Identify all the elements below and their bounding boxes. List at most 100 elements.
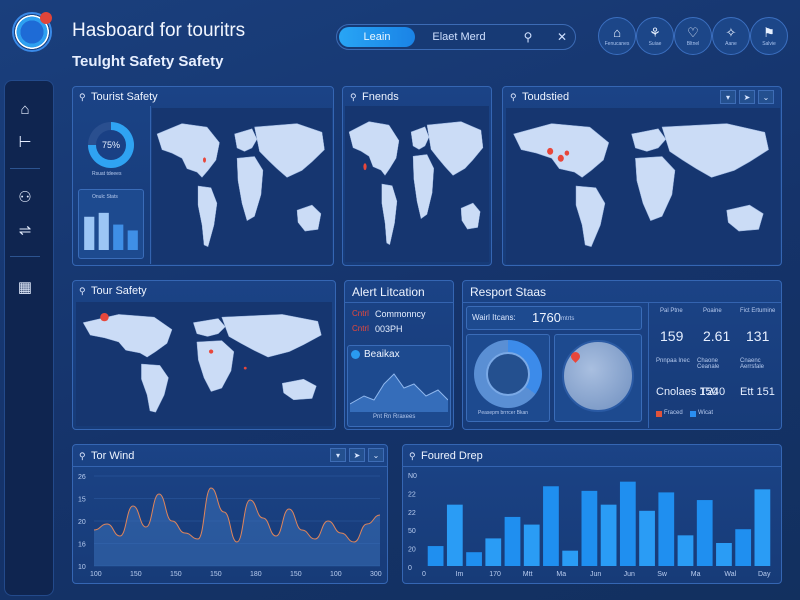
legend-swatch: [656, 411, 662, 417]
x-tick-label: Jun: [624, 571, 635, 578]
x-tick-label: Ma: [691, 571, 701, 578]
bar: [485, 538, 502, 566]
x-tick-label: Wal: [724, 571, 736, 578]
mountain-area-chart: [350, 373, 448, 412]
home-icon[interactable]: ⌂: [14, 98, 36, 120]
bar: [543, 486, 559, 566]
x-tick-label: 150: [290, 571, 302, 578]
bar: [504, 516, 521, 566]
panel-divider: [344, 302, 454, 303]
top-icon-heart[interactable]: ♡ Bltnel: [674, 17, 712, 55]
top-icon-home[interactable]: ⌂ Fenucanes: [598, 17, 636, 55]
x-tick-label: 170: [489, 571, 501, 578]
legend-swatch: [690, 411, 696, 417]
donut-value: 75%: [96, 130, 126, 160]
field-value: 1760: [532, 310, 561, 325]
menu-button[interactable]: Elaet Merd: [424, 27, 494, 47]
x-tick-label: 150: [130, 571, 142, 578]
world-map: [76, 302, 332, 426]
panel-title: Foured Drep: [421, 450, 483, 462]
bar: [658, 492, 675, 566]
alert-label: Cntrl: [352, 309, 369, 318]
panel-divider: [402, 466, 782, 467]
y-tick-label: 26: [78, 474, 86, 481]
close-icon[interactable]: ✕: [552, 27, 572, 47]
person-icon: ⚘: [649, 24, 661, 40]
top-icon-label: Suiae: [648, 40, 662, 47]
share-icon[interactable]: ➤: [349, 448, 365, 462]
app-title: Hasboard for touritrs: [72, 20, 246, 41]
dropdown-icon[interactable]: ▾: [330, 448, 346, 462]
field-unit: mtrts: [561, 316, 575, 322]
world-map: [152, 108, 332, 264]
heart-icon: ♡: [687, 24, 699, 40]
stat-label: Poaine: [703, 308, 722, 314]
user-icon[interactable]: ⚇: [14, 186, 36, 208]
x-tick-label: 100: [330, 571, 342, 578]
x-tick-label: Day: [758, 571, 771, 578]
pin-icon: ⚲: [79, 92, 86, 102]
stat-value: Ett 151: [740, 386, 775, 398]
x-tick-label: Mtt: [523, 571, 533, 578]
bar: [427, 546, 444, 566]
bar: [716, 543, 732, 566]
share-icon[interactable]: ➤: [739, 90, 755, 104]
stat-value: T240: [700, 386, 726, 398]
y-tick-label: 22: [408, 491, 416, 498]
bar: [581, 490, 598, 566]
x-tick-label: 150: [170, 571, 182, 578]
mini-bar-chart: [84, 212, 138, 250]
pin-icon: ⚲: [79, 286, 86, 296]
field-label: Wairl Itcans:: [472, 313, 516, 322]
route-icon[interactable]: ⊢: [14, 131, 36, 153]
pin-icon: ⚲: [350, 92, 357, 102]
pin-icon: ⚲: [409, 451, 416, 461]
wind-area: [94, 488, 380, 566]
panel-title: Tourist Safety: [91, 91, 158, 103]
x-tick-label: 180: [250, 571, 262, 578]
x-tick-label: 100: [90, 571, 102, 578]
bar: [523, 524, 540, 566]
y-tick-label: N0: [408, 473, 417, 480]
panel-title: Fnends: [362, 91, 399, 103]
top-icon-flag[interactable]: ⚑ Salvie: [750, 17, 788, 55]
top-icon-label: Salvie: [762, 40, 776, 47]
bar: [84, 216, 95, 250]
world-map: [506, 108, 780, 264]
pin-icon: ⚲: [79, 451, 86, 461]
top-icon-person[interactable]: ⚘ Suiae: [636, 17, 674, 55]
chevron-down-icon[interactable]: ⌄: [758, 90, 774, 104]
wind-area-chart: 26 15 20 16 10 100 150 150 150 180 150 100 300: [78, 474, 382, 578]
sidebar-divider: [10, 168, 40, 169]
chevron-down-icon[interactable]: ⌄: [368, 448, 384, 462]
bar: [600, 504, 617, 566]
stat-label: Fict Ertumine: [740, 308, 776, 314]
panel-divider: [72, 466, 388, 467]
subcard-caption: Pnt Rn Rraxees: [373, 414, 416, 420]
search-icon[interactable]: ⚲: [518, 27, 538, 47]
top-icon-label: Bltnel: [686, 40, 700, 47]
dropdown-icon[interactable]: ▾: [720, 90, 736, 104]
panel-title: Tor Wind: [91, 450, 135, 462]
x-tick-label: Jun: [590, 571, 601, 578]
top-icon-sparkle[interactable]: ✧ Aane: [712, 17, 750, 55]
x-tick-label: Sw: [657, 571, 668, 578]
donut-caption: Rsuat tdeees: [92, 171, 122, 177]
flag-icon: ⚑: [763, 24, 775, 40]
top-icon-label: Fenucanes: [604, 40, 630, 47]
y-tick-label: 22: [408, 510, 416, 517]
x-tick-label: 0: [422, 571, 426, 578]
bar: [446, 504, 463, 566]
legend-label: Wicat: [698, 410, 713, 416]
y-tick-label: 20: [78, 519, 86, 526]
login-button[interactable]: Leain: [339, 27, 415, 47]
donut-caption: Peasepm brrrcer Bkan: [478, 410, 529, 416]
grid-icon[interactable]: ▦: [14, 276, 36, 298]
x-tick-label: 300: [370, 571, 382, 578]
bar: [677, 535, 694, 566]
x-tick-label: 150: [210, 571, 222, 578]
swap-icon[interactable]: ⇌: [14, 219, 36, 241]
x-tick-label: Ma: [556, 571, 566, 578]
sparkle-icon: ✧: [725, 24, 737, 40]
y-tick-label: 10: [78, 564, 86, 571]
